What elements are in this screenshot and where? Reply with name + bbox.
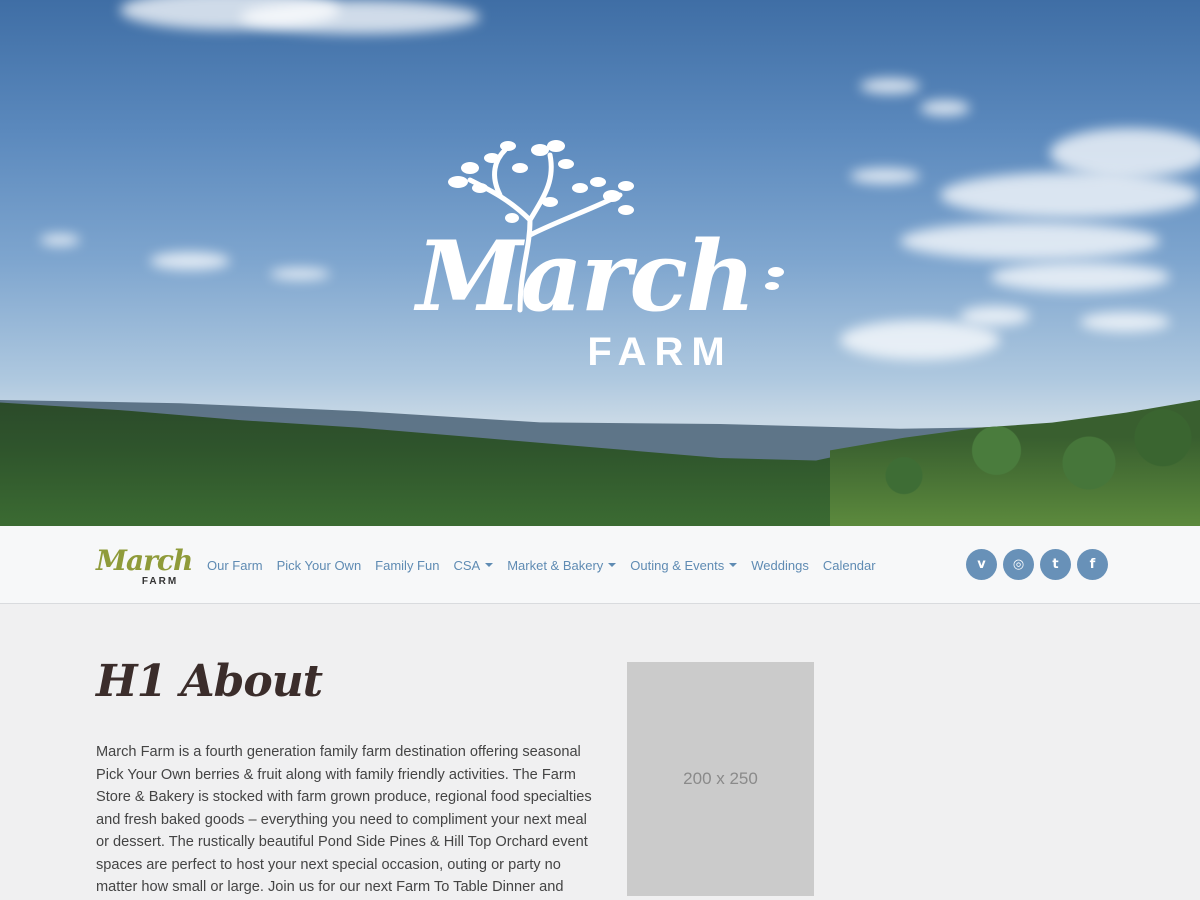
cloud — [850, 168, 920, 184]
caret-down-icon — [729, 563, 738, 567]
cloud — [840, 320, 1000, 360]
nav-link-pick-your-own[interactable]: Pick Your Own — [270, 558, 369, 573]
cloud — [900, 222, 1160, 260]
cloud — [150, 252, 230, 270]
cloud — [240, 0, 480, 34]
nav-link-label: Weddings — [751, 557, 809, 573]
facebook-icon[interactable]: f — [1077, 549, 1108, 580]
nav-link-label: Our Farm — [207, 557, 263, 573]
nav-logo-script: March — [96, 544, 193, 577]
cloud — [1080, 312, 1170, 332]
nav-link-outing-events[interactable]: Outing & Events — [623, 558, 744, 573]
nav-link-label: Family Fun — [375, 557, 440, 573]
nav-link-label: CSA — [453, 557, 481, 573]
nav-link-calendar[interactable]: Calendar — [816, 558, 883, 573]
placeholder-label: 200 x 250 — [683, 769, 758, 788]
hero-brand-script: March — [416, 220, 755, 333]
nav-link-our-farm[interactable]: Our Farm — [200, 558, 270, 573]
nav-links: Our Farm Pick Your Own Family Fun CSA Ma… — [200, 526, 883, 604]
cloud — [1050, 128, 1200, 178]
cloud — [990, 262, 1170, 292]
caret-down-icon — [485, 563, 494, 567]
main-content: H1 About March Farm is a fourth generati… — [0, 604, 1200, 900]
caret-down-icon — [608, 563, 617, 567]
social-links: v ◎ t f — [966, 549, 1114, 580]
nav-logo-sub: FARM — [141, 576, 179, 587]
nav-link-weddings[interactable]: Weddings — [744, 558, 816, 573]
page-title: H1 About — [96, 656, 323, 707]
hero-logo: March FARM — [380, 140, 790, 380]
about-paragraph: March Farm is a fourth generation family… — [96, 744, 592, 895]
cloud — [270, 268, 330, 280]
nav-link-label: Market & Bakery — [507, 557, 604, 573]
hero-brand-sub: FARM — [587, 330, 733, 374]
nav-link-label: Calendar — [822, 557, 876, 573]
cloud — [920, 100, 970, 116]
nav-link-family-fun[interactable]: Family Fun — [368, 558, 446, 573]
nav-link-csa[interactable]: CSA — [446, 558, 500, 573]
image-placeholder: 200 x 250 — [627, 662, 814, 896]
vimeo-icon[interactable]: v — [966, 549, 997, 580]
orchard-trees — [830, 400, 1200, 526]
cloud — [960, 306, 1030, 326]
cloud — [40, 234, 80, 246]
nav-link-market-bakery[interactable]: Market & Bakery — [500, 558, 623, 573]
cloud — [860, 78, 920, 94]
twitter-icon[interactable]: t — [1040, 549, 1071, 580]
cloud — [940, 172, 1200, 218]
nav-link-label: Outing & Events — [630, 557, 725, 573]
nav-logo[interactable]: March FARM — [96, 538, 193, 592]
instagram-icon[interactable]: ◎ — [1003, 549, 1034, 580]
nav-link-label: Pick Your Own — [276, 557, 362, 573]
hero-banner: March FARM — [0, 0, 1200, 526]
